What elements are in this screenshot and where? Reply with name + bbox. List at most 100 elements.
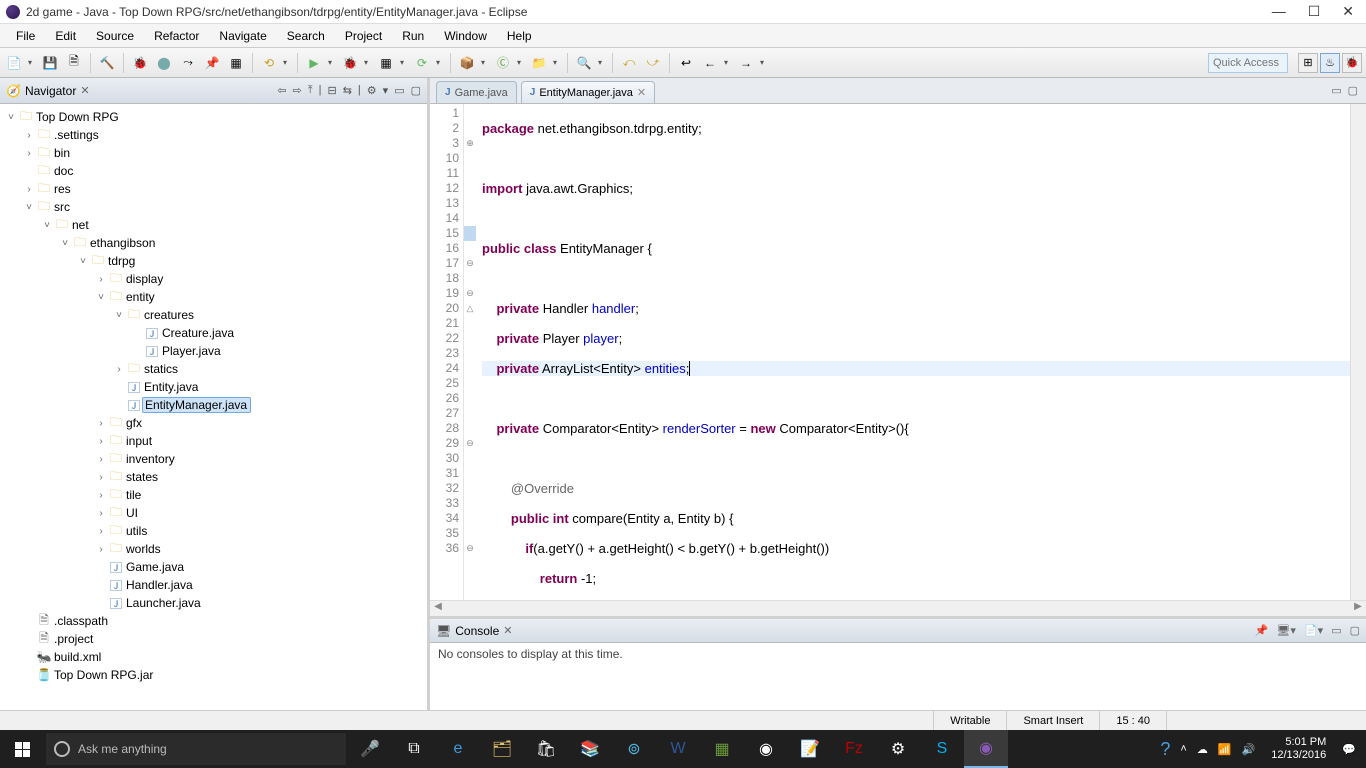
coverage-button[interactable]: ▦ [376,53,396,73]
file-explorer-icon[interactable]: 🗂 [480,730,524,768]
tree-file[interactable]: Top Down RPG.jar [52,668,153,682]
dropdown-icon[interactable]: ▾ [283,58,291,67]
menu-refactor[interactable]: Refactor [144,27,209,45]
debug-toolbar-button[interactable]: 🐞 [130,53,150,73]
tree-folder[interactable]: inventory [124,452,175,466]
minimize-view-icon[interactable]: ▭ [394,84,404,97]
tree-folder[interactable]: res [52,182,71,196]
tree-folder[interactable]: bin [52,146,70,160]
dropdown-icon[interactable]: ▾ [436,58,444,67]
close-button[interactable]: ✕ [1342,3,1354,20]
tray-up-icon[interactable]: ˄ [1180,743,1186,755]
help-icon[interactable]: ? [1160,739,1170,760]
vertical-scrollbar[interactable] [1350,104,1366,600]
new-package-button[interactable]: 📦 [457,53,477,73]
filezilla-icon[interactable]: Fz [832,730,876,768]
tree-file[interactable]: Launcher.java [124,596,201,610]
eclipse-taskbar-icon[interactable]: ◉ [964,730,1008,768]
tree-folder[interactable]: ethangibson [88,236,155,250]
open-perspective-button[interactable]: ⊞ [1298,53,1318,73]
dropdown-icon[interactable]: ▾ [328,58,336,67]
scroll-right-icon[interactable]: ▶ [1350,601,1366,616]
tree-file-selected[interactable]: EntityManager.java [142,397,251,413]
dropdown-icon[interactable]: ▾ [724,58,732,67]
tree-folder[interactable]: tile [124,488,141,502]
app-icon[interactable]: ⚙ [876,730,920,768]
menu-navigate[interactable]: Navigate [209,27,276,45]
maximize-view-icon[interactable]: ▢ [411,84,421,97]
dropdown-icon[interactable]: ▾ [400,58,408,67]
minimize-editor-icon[interactable]: ▭ [1331,84,1341,97]
build-button[interactable]: 🔨 [97,53,117,73]
close-console-icon[interactable]: ✕ [503,624,512,637]
maximize-console-icon[interactable]: ▢ [1350,624,1360,637]
dropdown-icon[interactable]: ▾ [517,58,525,67]
tree-file[interactable]: Entity.java [142,380,198,394]
menu-run[interactable]: Run [392,27,434,45]
debug-button[interactable]: 🐞 [340,53,360,73]
tree-file[interactable]: Creature.java [160,326,234,340]
tree-folder[interactable]: creatures [142,308,194,322]
menu-window[interactable]: Window [434,27,497,45]
tree-folder[interactable]: UI [124,506,138,520]
last-edit-button[interactable]: ↩ [676,53,696,73]
menu-search[interactable]: Search [277,27,335,45]
nav-forward-icon[interactable]: ⇨ [293,84,302,97]
link-editor-icon[interactable]: ⇆ [343,84,352,97]
tree-folder[interactable]: entity [124,290,155,304]
step-button[interactable]: ⟲ [259,53,279,73]
tree-folder[interactable]: src [52,200,70,214]
mic-icon[interactable]: 🎤 [348,730,392,768]
volume-icon[interactable]: 🔊 [1242,743,1256,756]
new-class-button[interactable]: Ⓒ [493,53,513,73]
edge-icon[interactable]: e [436,730,480,768]
dropdown-icon[interactable]: ▾ [481,58,489,67]
winrar-icon[interactable]: 📚 [568,730,612,768]
tree-folder[interactable]: tdrpg [106,254,135,268]
maximize-editor-icon[interactable]: ▢ [1348,84,1358,97]
close-tab-icon[interactable]: ✕ [637,86,646,99]
menu-project[interactable]: Project [335,27,392,45]
scroll-left-icon[interactable]: ◀ [430,601,446,616]
tree-folder[interactable]: worlds [124,542,161,556]
code-editor[interactable]: 1 2 3 10 11 12 13 14 15 16 17 18 19 20 2… [430,104,1366,600]
dropdown-icon[interactable]: ▾ [598,58,606,67]
tree-file[interactable]: Game.java [124,560,184,574]
pin-button[interactable]: 📌 [202,53,222,73]
new-folder-button[interactable]: 📁 [529,53,549,73]
fold-column[interactable]: ⊕⊖⊖△⊖⊖ [464,104,476,600]
wifi-icon[interactable]: 📶 [1218,743,1232,756]
tree-folder[interactable]: gfx [124,416,142,430]
app-icon[interactable]: ⊚ [612,730,656,768]
editor-tab-active[interactable]: JEntityManager.java✕ [521,81,655,103]
horizontal-scrollbar[interactable]: ◀ ▶ [430,600,1366,616]
dropdown-icon[interactable]: ▾ [364,58,372,67]
tree-folder[interactable]: net [70,218,89,232]
toggle-button[interactable]: ▦ [226,53,246,73]
java-perspective-button[interactable]: ♨ [1320,53,1340,73]
menu-file[interactable]: File [6,27,45,45]
tree-folder[interactable]: input [124,434,152,448]
search-button[interactable]: 🔍 [574,53,594,73]
skip-breakpoints-button[interactable]: ⤳ [178,53,198,73]
prev-annotation-button[interactable]: ⤺ [619,53,639,73]
nav-back-icon[interactable]: ⇦ [277,84,286,97]
view-menu-icon[interactable]: ▾ [383,84,389,97]
tree-folder[interactable]: utils [124,524,147,538]
action-center-icon[interactable]: 💬 [1342,743,1356,756]
tree-folder[interactable]: states [124,470,158,484]
tree-folder[interactable]: .settings [52,128,99,142]
onedrive-icon[interactable]: ☁ [1197,743,1208,756]
next-annotation-button[interactable]: ⤻ [643,53,663,73]
tree-file[interactable]: build.xml [52,650,101,664]
tree-folder[interactable]: display [124,272,163,286]
toggle-breakpoint-button[interactable]: ⬤ [154,53,174,73]
minecraft-icon[interactable]: ▦ [700,730,744,768]
dropdown-icon[interactable]: ▾ [553,58,561,67]
tree-file[interactable]: Handler.java [124,578,193,592]
menu-edit[interactable]: Edit [45,27,86,45]
word-icon[interactable]: W [656,730,700,768]
collapse-all-icon[interactable]: ⊟ [327,84,336,97]
forward-button[interactable]: → [736,53,756,73]
close-view-icon[interactable]: ✕ [80,84,89,97]
